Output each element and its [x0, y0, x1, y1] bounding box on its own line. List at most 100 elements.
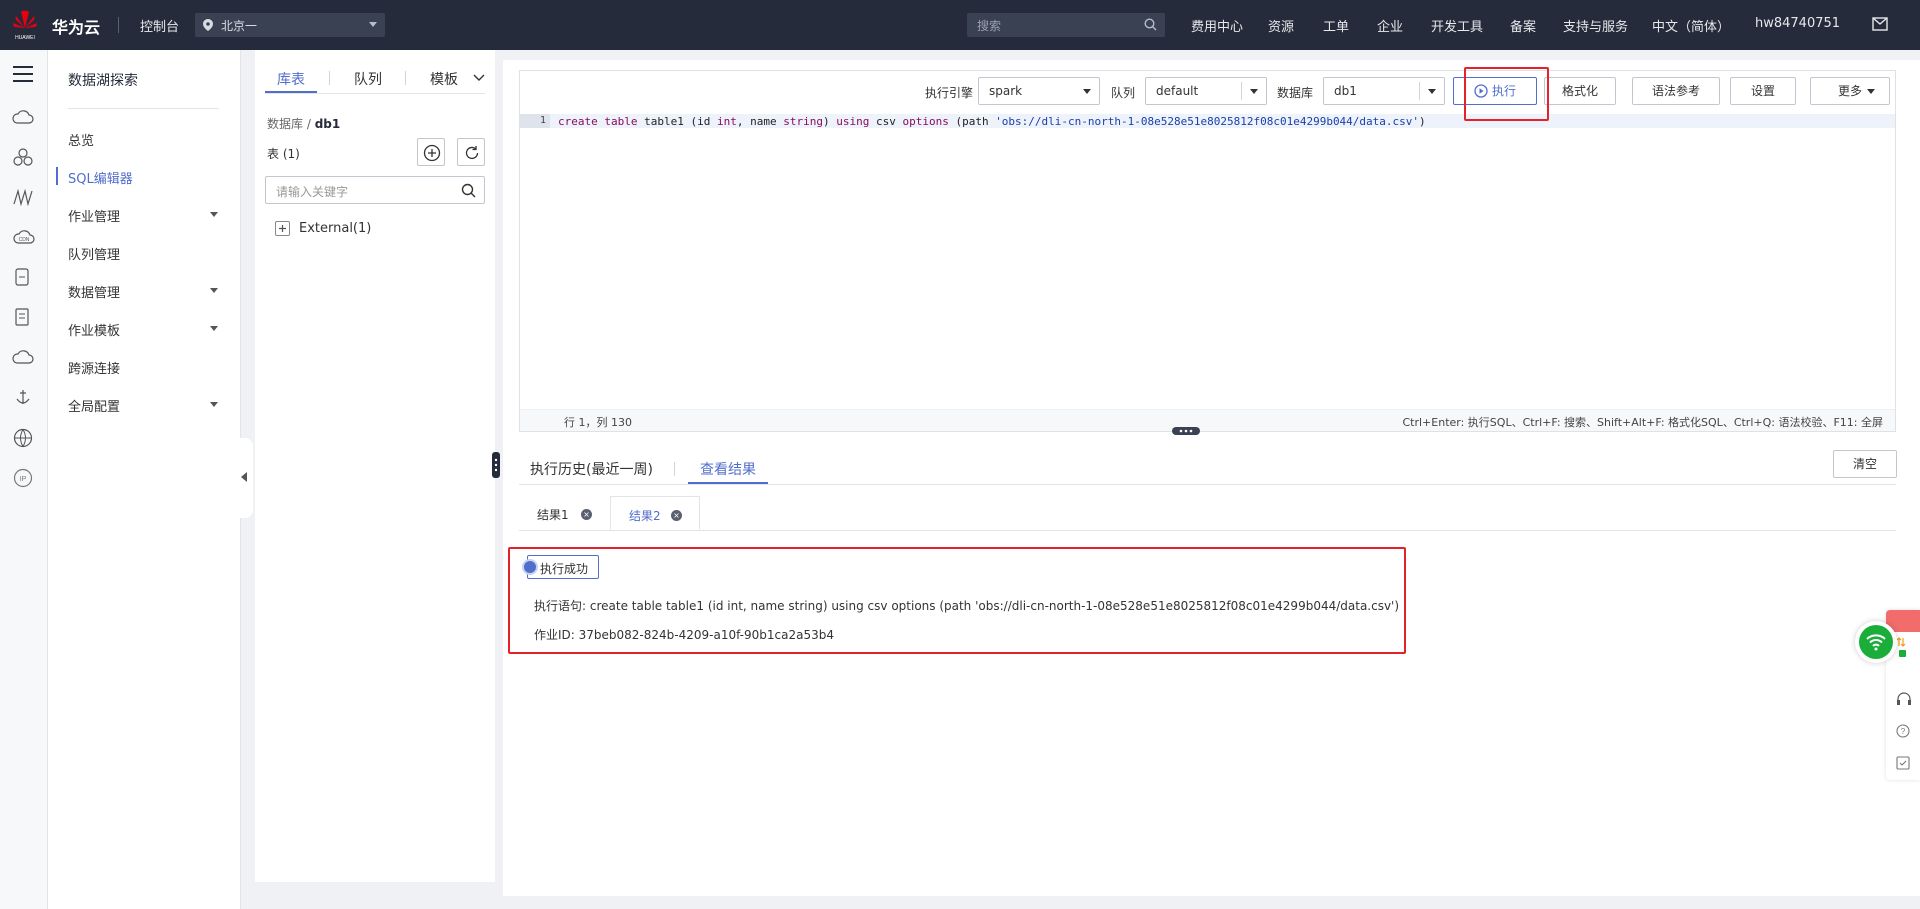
engine-select[interactable]: spark: [978, 77, 1100, 105]
sql-editor[interactable]: 执行引擎 spark 队列 default 数据库 db1 执行 格式化 语法参…: [519, 70, 1896, 432]
table-count: 表 (1): [267, 147, 300, 161]
syntax-reference-button[interactable]: 语法参考: [1632, 77, 1720, 105]
document-icon[interactable]: [15, 308, 31, 326]
top-bar: HUAWEI 华为云 控制台 北京一 搜索 费用中心 资源 工单 企业 开发工具…: [0, 0, 1920, 50]
close-icon[interactable]: ×: [671, 510, 682, 521]
cloud-storage-icon[interactable]: [12, 348, 34, 366]
line-number: 1: [520, 114, 550, 128]
nav-support[interactable]: 支持与服务: [1563, 16, 1628, 35]
nav-enterprise[interactable]: 企业: [1377, 16, 1403, 35]
breadcrumb-current: db1: [314, 117, 341, 131]
menu-item-global-config[interactable]: 全局配置: [68, 396, 228, 415]
search-placeholder: 搜索: [977, 19, 1002, 33]
menu-item-data-management[interactable]: 数据管理: [68, 282, 228, 301]
checklist-icon[interactable]: [1896, 756, 1910, 770]
chevron-left-icon: [241, 472, 247, 482]
sql-token: string: [783, 115, 823, 128]
more-label: 更多: [1837, 84, 1862, 98]
divider: [1419, 82, 1420, 100]
queue-select[interactable]: default: [1145, 77, 1267, 105]
expand-icon[interactable]: [275, 221, 290, 236]
analytics-icon[interactable]: [13, 188, 33, 206]
more-button[interactable]: 更多: [1810, 77, 1890, 105]
format-button[interactable]: 格式化: [1544, 77, 1616, 105]
sql-code-line[interactable]: create table table1 (id int, name string…: [558, 115, 1426, 128]
sql-token: table1 (id: [637, 115, 717, 128]
cdn-icon[interactable]: CDN: [13, 228, 35, 246]
sql-token: table: [604, 115, 638, 128]
menu-item-sql-editor[interactable]: SQL编辑器: [68, 168, 228, 187]
network-icon[interactable]: [13, 148, 33, 166]
huawei-logo-icon[interactable]: HUAWEI: [12, 8, 38, 42]
sql-token: using: [836, 115, 870, 128]
divider: [405, 71, 406, 85]
add-table-button[interactable]: [417, 138, 445, 166]
database-label: 数据库: [1277, 86, 1314, 100]
hamburger-menu-icon[interactable]: [13, 66, 33, 82]
status-text: 执行成功: [540, 562, 589, 576]
nav-resources[interactable]: 资源: [1268, 16, 1294, 35]
breadcrumb-root[interactable]: 数据库: [267, 117, 303, 131]
network-speed-icon[interactable]: [1896, 636, 1910, 658]
help-icon[interactable]: ?: [1896, 724, 1910, 738]
nav-dev-tools[interactable]: 开发工具: [1431, 16, 1483, 35]
network-status-button[interactable]: [1855, 621, 1897, 663]
run-label: 执行: [1492, 84, 1517, 98]
collapse-menu-handle[interactable]: [237, 438, 253, 518]
nav-icp[interactable]: 备案: [1510, 16, 1536, 35]
mobile-icon[interactable]: [15, 268, 29, 286]
region-select[interactable]: 北京一: [195, 13, 385, 37]
database-select[interactable]: db1: [1323, 77, 1445, 105]
divider: [68, 108, 219, 109]
clear-button[interactable]: 清空: [1833, 450, 1897, 478]
anchor-icon[interactable]: [14, 388, 32, 406]
refresh-button[interactable]: [457, 138, 485, 166]
global-search-input[interactable]: 搜索: [967, 13, 1165, 37]
editor-status-bar: 行 1，列 130 Ctrl+Enter: 执行SQL、Ctrl+F: 搜索、S…: [520, 409, 1895, 431]
globe-icon[interactable]: [13, 428, 33, 448]
account-menu[interactable]: hw84740751: [1755, 16, 1840, 31]
run-button[interactable]: 执行: [1453, 77, 1537, 105]
tab-view-results[interactable]: 查看结果: [700, 459, 756, 479]
panel-drag-handle[interactable]: [492, 452, 500, 478]
mail-icon[interactable]: [1872, 17, 1888, 31]
service-rail: CDN IP: [0, 50, 48, 909]
play-circle-icon: [1474, 84, 1488, 98]
menu-item-job-management[interactable]: 作业管理: [68, 206, 228, 225]
tab-execution-history[interactable]: 执行历史(最近一周): [530, 459, 653, 479]
nav-tickets[interactable]: 工单: [1323, 16, 1349, 35]
menu-item-queue-management[interactable]: 队列管理: [68, 244, 228, 263]
sql-token: (path: [948, 115, 996, 128]
breadcrumb: 数据库 / db1: [267, 117, 341, 131]
settings-button[interactable]: 设置: [1730, 77, 1796, 105]
nav-billing[interactable]: 费用中心: [1191, 16, 1243, 35]
chevron-down-icon[interactable]: [473, 74, 485, 81]
svg-text:CDN: CDN: [19, 237, 30, 243]
cloud-compute-icon[interactable]: [12, 108, 34, 126]
plus-circle-icon: [423, 144, 441, 162]
language-select[interactable]: 中文（简体）: [1652, 16, 1730, 35]
caret-down-icon: [369, 22, 377, 27]
queue-label: 队列: [1111, 86, 1136, 100]
console-link[interactable]: 控制台: [140, 16, 179, 35]
tab-templates[interactable]: 模板: [430, 69, 458, 89]
search-placeholder: 请输入关键字: [276, 185, 349, 199]
menu-item-overview[interactable]: 总览: [68, 130, 228, 149]
active-tab-indicator: [265, 91, 317, 93]
tab-result-2[interactable]: 结果2 ×: [610, 496, 700, 530]
tab-tables[interactable]: 库表: [277, 69, 305, 89]
tab-result-1[interactable]: 结果1 ×: [519, 496, 609, 530]
tab-queues[interactable]: 队列: [354, 69, 382, 89]
success-icon: [522, 559, 538, 575]
ip-icon[interactable]: IP: [13, 468, 33, 488]
close-icon[interactable]: ×: [581, 509, 592, 520]
table-search-input[interactable]: 请输入关键字: [265, 176, 485, 204]
editor-resize-handle[interactable]: [1172, 427, 1200, 435]
caret-down-icon: [1083, 89, 1091, 94]
brand-name[interactable]: 华为云: [52, 14, 100, 38]
menu-item-job-templates[interactable]: 作业模板: [68, 320, 228, 339]
menu-item-datasource-connections[interactable]: 跨源连接: [68, 358, 228, 377]
menu-item-label: 数据管理: [68, 286, 121, 301]
headset-icon[interactable]: [1896, 692, 1912, 706]
divider: [519, 530, 1896, 531]
